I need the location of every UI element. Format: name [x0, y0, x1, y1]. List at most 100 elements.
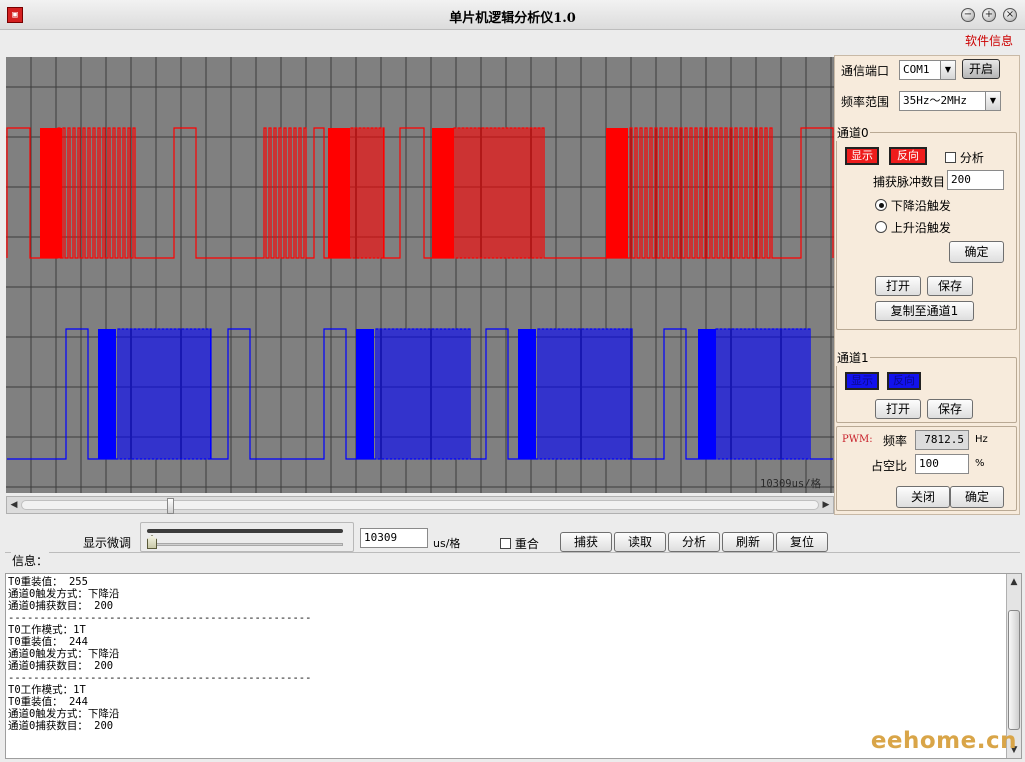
info-log-line: ----------------------------------------… [8, 612, 312, 624]
info-log-line: ----------------------------------------… [8, 672, 312, 684]
info-log-line: 通道0捕获数目： 200 [8, 660, 114, 672]
freq-range-label: 频率范围 [841, 95, 890, 109]
ch1-invert-button[interactable]: 反向 [887, 372, 921, 390]
fine-adjust-slider[interactable] [140, 522, 354, 552]
title-bar: ▣ 单片机逻辑分析仪1.0 − + × [0, 0, 1025, 30]
scale-input[interactable]: 10309 [360, 528, 428, 548]
menu-bar: 软件信息 [0, 30, 1025, 50]
read-button[interactable]: 读取 [614, 532, 666, 552]
port-open-button[interactable]: 开启 [962, 59, 1000, 79]
info-log-line: T0工作模式：1T [8, 624, 86, 636]
pwm-duty-unit: % [975, 458, 985, 469]
ch1-save-button[interactable]: 保存 [927, 399, 973, 419]
radio-icon[interactable] [875, 221, 887, 233]
reset-button[interactable]: 复位 [776, 532, 828, 552]
ch0-invert-button[interactable]: 反向 [889, 147, 927, 165]
burst-block [356, 329, 374, 459]
burst-block [328, 128, 350, 258]
scroll-track[interactable] [21, 498, 819, 514]
burst-block [98, 329, 116, 459]
info-log-line: 通道0触发方式：下降沿 [8, 588, 120, 600]
ch0-falling-edge-radio[interactable]: 下降沿触发 [875, 197, 951, 214]
maximize-icon[interactable]: + [982, 8, 996, 22]
vertical-scroll-thumb[interactable] [1008, 610, 1020, 730]
scroll-left-icon[interactable]: ◀ [7, 497, 21, 513]
burst-block [518, 329, 536, 459]
ch0-rising-edge-radio[interactable]: 上升沿触发 [875, 219, 951, 236]
info-log-line: 通道0触发方式：下降沿 [8, 708, 120, 720]
chevron-down-icon: ▼ [985, 92, 1000, 110]
scroll-up-icon[interactable]: ▲ [1007, 574, 1021, 590]
ch0-confirm-button[interactable]: 确定 [949, 241, 1004, 263]
checkbox-icon[interactable] [500, 538, 511, 549]
pwm-confirm-button[interactable]: 确定 [950, 486, 1004, 508]
close-icon[interactable]: × [1003, 8, 1017, 22]
info-title: 信息： [11, 552, 50, 569]
ch0-falling-edge-label: 下降沿触发 [890, 199, 951, 213]
info-log-line: 通道0触发方式：下降沿 [8, 648, 120, 660]
waveform-display: 10309us/格 [6, 57, 834, 493]
burst-block [432, 128, 454, 258]
radio-selected-icon[interactable] [875, 199, 887, 211]
ch0-analyze-checkbox[interactable]: 分析 [945, 149, 984, 166]
ch1-open-button[interactable]: 打开 [875, 399, 921, 419]
analyze-button[interactable]: 分析 [668, 532, 720, 552]
pwm-tag: PWM: [842, 434, 873, 445]
pwm-duty-input[interactable]: 100 [915, 454, 969, 474]
scale-unit: us/格 [433, 537, 461, 550]
channel-1-title: 通道1 [836, 349, 870, 366]
info-log-line: 通道0捕获数目： 200 [8, 720, 114, 732]
refresh-button[interactable]: 刷新 [722, 532, 774, 552]
overlap-checkbox[interactable]: 重合 [500, 535, 539, 552]
ch0-analyze-label: 分析 [959, 151, 984, 165]
ch0-copy-to-ch1-button[interactable]: 复制至通道1 [875, 301, 974, 321]
slider-track[interactable] [147, 543, 343, 546]
watermark: eehome.cn [870, 728, 1017, 754]
checkbox-icon[interactable] [945, 152, 956, 163]
minimize-icon[interactable]: − [961, 8, 975, 22]
horizontal-scrollbar[interactable]: ◀ ▶ [6, 496, 834, 514]
info-log-line: T0重装值： 255 [8, 576, 88, 588]
slider-track-top [147, 529, 343, 533]
freq-range-select[interactable]: 35Hz～2MHz ▼ [899, 91, 1001, 111]
info-log-line: T0工作模式：1T [8, 684, 86, 696]
freq-range-value: 35Hz～2MHz [903, 94, 967, 107]
channel-1-bursts [98, 329, 716, 459]
menu-software-info[interactable]: 软件信息 [965, 32, 1013, 49]
ch0-rising-edge-label: 上升沿触发 [890, 221, 951, 235]
chevron-down-icon: ▼ [940, 61, 955, 79]
info-log-panel[interactable]: T0重装值： 255 通道0触发方式：下降沿 通道0捕获数目： 200 -------… [5, 573, 1022, 759]
window-title: 单片机逻辑分析仪1.0 [449, 11, 576, 26]
pwm-freq-value: 7812.5 [915, 430, 969, 450]
burst-block [40, 128, 62, 258]
burst-block [606, 128, 628, 258]
scroll-right-icon[interactable]: ▶ [819, 497, 833, 513]
fine-adjust-label: 显示微调 [83, 536, 132, 550]
burst-block [698, 329, 716, 459]
scope-scale-label: 10309us/格 [760, 477, 822, 490]
pwm-freq-label: 频率 [883, 434, 908, 448]
capture-button[interactable]: 捕获 [560, 532, 612, 552]
pwm-duty-label: 占空比 [871, 459, 908, 473]
port-select[interactable]: COM1 ▼ [899, 60, 956, 80]
info-log-line: T0重装值： 244 [8, 696, 88, 708]
info-group: 信息： [5, 552, 1020, 570]
channel-0-title: 通道0 [836, 124, 870, 141]
overlap-label: 重合 [514, 537, 539, 551]
info-log-line: T0重装值： 244 [8, 636, 88, 648]
ch1-show-button[interactable]: 显示 [845, 372, 879, 390]
ch0-save-button[interactable]: 保存 [927, 276, 973, 296]
port-label: 通信端口 [841, 64, 890, 78]
info-log-text: T0重装值： 255 通道0触发方式：下降沿 通道0捕获数目： 200 -------… [8, 576, 311, 732]
port-select-value: COM1 [903, 63, 930, 76]
ch0-show-button[interactable]: 显示 [845, 147, 879, 165]
pwm-close-button[interactable]: 关闭 [896, 486, 950, 508]
slider-thumb[interactable] [147, 535, 157, 549]
ch0-pulse-count-input[interactable]: 200 [947, 170, 1004, 190]
control-panel: 通信端口 COM1 ▼ 开启 频率范围 35Hz～2MHz ▼ 通道0 显示 反… [834, 55, 1020, 515]
scroll-thumb[interactable] [167, 498, 174, 514]
ch0-pulse-count-label: 捕获脉冲数目 [873, 175, 946, 189]
info-log-line: 通道0捕获数目： 200 [8, 600, 114, 612]
pwm-freq-unit: Hz [975, 434, 988, 445]
ch0-open-button[interactable]: 打开 [875, 276, 921, 296]
